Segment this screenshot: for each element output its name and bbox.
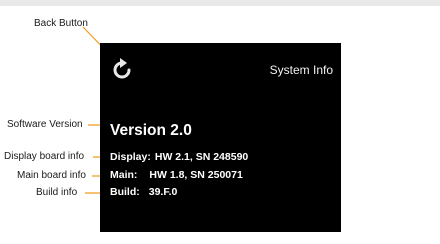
main-label: Main: [110,169,138,181]
device-screen: System Info Version 2.0 Display: HW 2.1, … [100,43,341,232]
build-label: Build: [110,186,140,198]
back-button[interactable] [110,58,134,82]
software-version: Version 2.0 [110,122,192,139]
build-value: 39.F.0 [148,186,178,198]
display-board-info: Display: HW 2.1, SN 248590 [110,151,248,163]
main-board-info: Main: HW 1.8, SN 250071 [110,169,243,181]
main-value: HW 1.8, SN 250071 [149,169,243,181]
display-label: Display: [110,151,151,163]
refresh-arrow-icon [113,58,131,79]
screen-title: System Info [269,63,333,77]
build-info: Build: 39.F.0 [110,186,177,198]
display-value: HW 2.1, SN 248590 [154,151,249,163]
